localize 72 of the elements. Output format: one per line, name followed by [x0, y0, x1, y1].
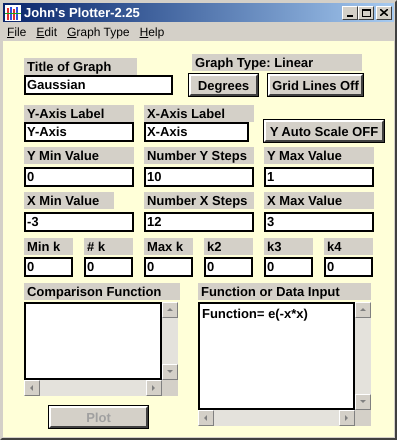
vertical-scrollbar[interactable] [355, 302, 371, 410]
input-field[interactable]: 12 [144, 212, 254, 232]
field-label: X-Axis Label [144, 105, 254, 122]
close-button[interactable] [376, 6, 392, 20]
bar-chart-icon [5, 4, 21, 20]
push-button[interactable]: Degrees [189, 74, 258, 96]
vertical-scrollbar[interactable] [162, 302, 178, 380]
text-area[interactable] [24, 302, 162, 380]
arrow-right-icon [150, 384, 158, 392]
field-label: Y-Axis Label [24, 105, 134, 122]
scroll-arrow-button[interactable] [24, 380, 40, 396]
field-label: Y Max Value [264, 147, 374, 164]
horizontal-scrollbar[interactable] [198, 410, 355, 426]
scroll-arrow-button[interactable] [355, 394, 371, 410]
push-button[interactable]: Grid Lines Off [268, 74, 363, 96]
menu-item[interactable]: Graph Type [62, 22, 135, 40]
field-label: # k [84, 238, 133, 255]
field-label: Number X Steps [144, 192, 254, 209]
window-title: John's Plotter-2.25 [24, 4, 140, 22]
close-icon [380, 9, 388, 16]
arrow-down-icon [359, 398, 367, 406]
horizontal-scrollbar[interactable] [24, 380, 162, 396]
scroll-arrow-button[interactable] [198, 410, 214, 426]
field-label: Title of Graph [24, 58, 137, 75]
input-field[interactable]: 0 [24, 257, 73, 277]
field-label: Min k [24, 238, 73, 255]
input-field[interactable]: 0 [84, 257, 133, 277]
field-label: Function or Data Input [198, 283, 371, 300]
input-field[interactable]: 1 [264, 167, 374, 187]
scroll-arrow-button[interactable] [146, 380, 162, 396]
menu-item[interactable]: Help [134, 22, 170, 40]
scrollbar-corner [162, 380, 178, 396]
field-label: k3 [264, 238, 313, 255]
input-field[interactable]: X-Axis [144, 122, 249, 142]
menu-item[interactable]: Edit [31, 22, 62, 40]
field-label: k2 [204, 238, 253, 255]
scroll-arrow-button[interactable] [355, 302, 371, 318]
input-field[interactable]: 0 [144, 257, 193, 277]
field-label: Graph Type: Linear [192, 54, 362, 71]
field-label: Y Min Value [24, 147, 134, 164]
minimize-button[interactable] [342, 6, 358, 20]
field-label: X Max Value [264, 192, 374, 209]
input-field[interactable]: 0 [24, 167, 134, 187]
field-label: X Min Value [24, 192, 114, 209]
scroll-arrow-button[interactable] [162, 302, 178, 318]
menu-item[interactable]: File [2, 22, 32, 40]
scrollbar-corner [355, 410, 371, 426]
scroll-arrow-button[interactable] [339, 410, 355, 426]
field-label: k4 [324, 238, 373, 255]
arrow-up-icon [166, 306, 174, 314]
maximize-icon [362, 8, 370, 16]
arrow-left-icon [28, 384, 36, 392]
input-field[interactable]: Y-Axis [24, 122, 134, 142]
input-field[interactable]: 0 [204, 257, 253, 277]
arrow-down-icon [166, 368, 174, 376]
maximize-button[interactable] [358, 6, 374, 20]
input-field[interactable]: 0 [264, 257, 313, 277]
input-field[interactable]: Gaussian [24, 75, 173, 95]
push-button[interactable]: Y Auto Scale OFF [264, 120, 384, 142]
arrow-right-icon [343, 414, 351, 422]
field-label: Max k [144, 238, 193, 255]
scroll-arrow-button[interactable] [162, 364, 178, 380]
field-label: Number Y Steps [144, 147, 254, 164]
minimize-icon [347, 14, 353, 16]
input-field[interactable]: 10 [144, 167, 254, 187]
input-field[interactable]: 0 [324, 257, 373, 277]
input-field[interactable]: -3 [24, 212, 134, 232]
arrow-up-icon [359, 306, 367, 314]
input-field[interactable]: 3 [264, 212, 374, 232]
arrow-left-icon [202, 414, 210, 422]
field-label: Comparison Function [24, 283, 180, 300]
text-area[interactable]: Function= e(-x*x) [198, 302, 355, 410]
